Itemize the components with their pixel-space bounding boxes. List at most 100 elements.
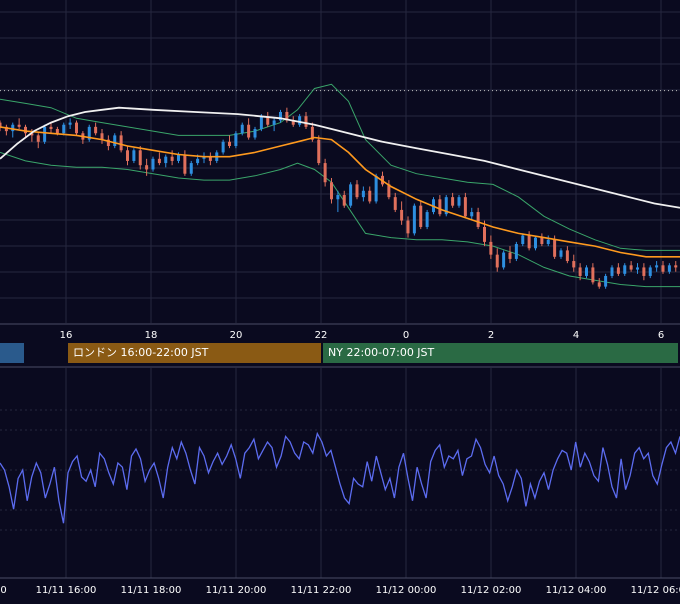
- x-tick-label: 6: [658, 330, 664, 341]
- candle-down: [342, 195, 346, 206]
- candle-up: [272, 120, 276, 125]
- candle-up: [253, 128, 257, 138]
- candle-down: [591, 267, 595, 283]
- x-tick-label: 18: [145, 330, 158, 341]
- candle-up: [336, 195, 340, 200]
- candle-down: [183, 154, 187, 174]
- session-block: NY 22:00-07:00 JST: [323, 343, 678, 363]
- candle-up: [374, 175, 378, 202]
- candle-down: [616, 267, 620, 274]
- candle-up: [457, 197, 461, 206]
- candle-up: [502, 252, 506, 268]
- candle-down: [119, 135, 123, 151]
- candle-down: [400, 209, 404, 221]
- candle-down: [508, 252, 512, 259]
- candle-up: [68, 122, 72, 125]
- candle-down: [138, 150, 142, 166]
- candle-down: [355, 184, 359, 198]
- candle-up: [189, 163, 193, 174]
- candle-down: [17, 124, 21, 127]
- candle-down: [393, 197, 397, 210]
- osc-x-tick-label: 11/11 18:00: [121, 585, 182, 596]
- candle-up: [240, 124, 244, 134]
- candle-up: [164, 156, 168, 164]
- x-tick-label: 4: [573, 330, 579, 341]
- candle-up: [298, 116, 302, 125]
- candle-up: [655, 265, 659, 268]
- candle-down: [126, 150, 129, 161]
- candle-up: [412, 205, 416, 234]
- candle-down: [49, 126, 53, 129]
- candle-down: [438, 199, 442, 215]
- candle-down: [476, 212, 480, 227]
- osc-x-tick-label-clipped: 00: [0, 585, 7, 596]
- candle-up: [151, 158, 155, 170]
- candle-down: [661, 265, 665, 272]
- candle-down: [553, 239, 557, 257]
- candle-up: [546, 239, 550, 245]
- candle-up: [62, 124, 66, 134]
- osc-x-tick-label: 11/11 22:00: [291, 585, 352, 596]
- x-tick-label: 16: [60, 330, 73, 341]
- candle-down: [597, 282, 601, 287]
- candle-up: [349, 184, 353, 206]
- oscillator-grid: [0, 366, 680, 579]
- x-tick-label: 2: [488, 330, 494, 341]
- candle-up: [113, 135, 117, 147]
- candle-up: [623, 265, 627, 274]
- candle-down: [145, 165, 149, 170]
- candle-down: [406, 220, 410, 234]
- candle-down: [24, 126, 27, 134]
- oscillator-x-axis: 11/11 16:00 11/11 18:00 11/11 20:00 11/11 2…: [0, 585, 680, 596]
- osc-x-tick-label: 11/12 06:00: [631, 585, 680, 596]
- candle-up: [648, 267, 652, 276]
- candle-down: [489, 241, 493, 255]
- candle-down: [317, 139, 321, 164]
- candle-down: [642, 267, 646, 276]
- main-grid: [0, 0, 680, 325]
- x-tick-label: 0: [403, 330, 409, 341]
- candle-up: [585, 267, 588, 276]
- osc-x-tick-label: 11/12 00:00: [376, 585, 437, 596]
- candle-down: [419, 205, 423, 227]
- x-tick-label: 22: [315, 330, 328, 341]
- candle-down: [170, 156, 174, 161]
- candle-up: [132, 150, 136, 161]
- osc-x-tick-label: 11/11 16:00: [36, 585, 97, 596]
- candle-down: [483, 226, 486, 242]
- candle-up: [234, 133, 238, 147]
- candle-up: [221, 141, 225, 153]
- candle-down: [323, 163, 327, 183]
- bollinger-bands: [0, 83, 680, 288]
- candle-down: [94, 126, 98, 134]
- osc-x-tick-label: 11/12 02:00: [461, 585, 522, 596]
- candle-down: [578, 267, 582, 276]
- candle-up: [361, 190, 365, 198]
- candle-up: [604, 275, 608, 287]
- candle-down: [674, 265, 678, 268]
- candle-down: [463, 197, 467, 217]
- candle-down: [247, 124, 251, 138]
- candle-down: [75, 122, 78, 134]
- candle-down: [565, 250, 569, 262]
- candle-up: [514, 244, 518, 259]
- osc-x-tick-label: 11/12 04:00: [546, 585, 607, 596]
- candle-down: [304, 116, 308, 127]
- candle-down: [330, 182, 333, 200]
- candle-down: [368, 190, 372, 202]
- short-moving-average-line: [0, 126, 680, 258]
- candle-down: [495, 254, 499, 268]
- session-block: ロンドン 16:00-22:00 JST: [68, 343, 321, 363]
- candle-up: [43, 126, 47, 142]
- chart-window: 16 18 20 22 0 2 4 6 11/11 16:00 11/11 18:00 11/11…: [0, 0, 680, 600]
- candle-up: [667, 265, 671, 272]
- candle-up: [559, 250, 563, 257]
- candle-down: [540, 237, 544, 245]
- chart-canvas[interactable]: 16 18 20 22 0 2 4 6 11/11 16:00 11/11 18:00 11/11…: [0, 0, 680, 600]
- candle-up: [534, 237, 537, 249]
- candle-down: [572, 261, 576, 268]
- candle-up: [636, 267, 639, 270]
- candle-up: [177, 154, 180, 161]
- candle-up: [425, 212, 429, 227]
- session-block: [0, 343, 24, 363]
